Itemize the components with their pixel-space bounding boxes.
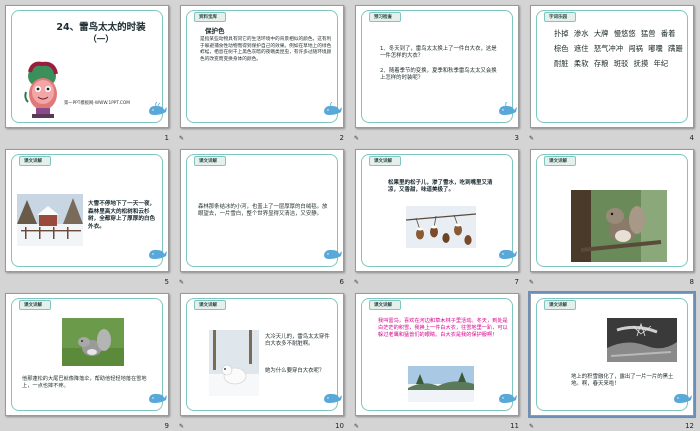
notes-icon[interactable]: ✎ bbox=[529, 423, 534, 430]
slide-cell-5: 课文详解 大雪不停地下了一天一夜，森林里高大的松树和云杉树，全都穿上了厚厚的白色… bbox=[0, 144, 175, 288]
slide-cell-9: 课文详解 他那蓬松的大尾巴就像降落伞，帮助他轻轻地落在雪地上，一点也摔不疼。 9 bbox=[0, 288, 175, 431]
slide-thumbnail-11[interactable]: 课文详解 我叫雷鸟，喜欢在河边和草木林子里活动。冬天，到处是白茫茫的积雪，我换上… bbox=[355, 293, 519, 416]
section-tag: 课文详解 bbox=[369, 300, 401, 310]
slide-number: 1 bbox=[164, 134, 169, 142]
section-tag: 课文详解 bbox=[544, 300, 576, 310]
slide-thumbnail-6[interactable]: 课文详解 森林那条结冰的小河，也盖上了一层厚厚的白绒毯。放眼望去，一片雪白，整个… bbox=[180, 149, 344, 272]
slide-thumbnail-7[interactable]: 课文详解 松果里的松子儿，渗了雪水，吃到嘴里又清凉，又香甜，味道美极了。 bbox=[355, 149, 519, 272]
slide-thumbnail-12[interactable]: 课文详解 地上的积雪融化了，露出了一片一片的黑土地。啊，春天来啦！ bbox=[528, 291, 696, 418]
notes-icon[interactable]: ✎ bbox=[354, 423, 359, 430]
slide-cell-7: 课文详解 松果里的松子儿，渗了雪水，吃到嘴里又清凉，又香甜，味道美极了。 ✎ 7 bbox=[350, 144, 525, 288]
section-tag: 字词乐园 bbox=[544, 12, 576, 22]
question-1: 1、冬天到了，雷鸟太太换上了一件白大衣，这是一件怎样的大衣？ bbox=[380, 46, 497, 60]
slide-cell-6: 课文详解 森林那条结冰的小河，也盖上了一层厚厚的白绒毯。放眼望去，一片雪白，整个… bbox=[175, 144, 350, 288]
slide-thumbnail-9[interactable]: 课文详解 他那蓬松的大尾巴就像降落伞，帮助他轻轻地落在雪地上，一点也摔不疼。 bbox=[5, 293, 169, 416]
slide-cell-12: 课文详解 地上的积雪融化了，露出了一片一片的黑土地。啊，春天来啦！ ✎ 12 bbox=[525, 288, 700, 431]
question-2: 2、随着季节的变换，夏季和秋季雷鸟太太又会换上怎样的时装呢？ bbox=[380, 68, 497, 82]
slide-body-text: 大雪不停地下了一天一夜，森林里高大的松树和云杉树，全都穿上了厚厚的白色外衣。 bbox=[88, 201, 156, 230]
slide-cell-2: 资料宝库 保护色 是指某些动物具有同它的生活环境中的背景相似的颜色，这有利于躲避… bbox=[175, 0, 350, 144]
slide-cell-10: 课文详解 大冷天儿的，雷鸟太太穿件白大衣多不耐脏啊。 她为什么要穿白大衣呢？ ✎… bbox=[175, 288, 350, 431]
notes-icon[interactable]: ✎ bbox=[179, 279, 184, 286]
slide-heading: 保护色 bbox=[205, 27, 225, 35]
whale-icon bbox=[499, 102, 517, 115]
snowy-landscape-photo bbox=[408, 366, 474, 402]
squirrel-on-branch-photo bbox=[571, 190, 667, 262]
whale-icon bbox=[149, 102, 167, 115]
slide-number: 2 bbox=[339, 134, 344, 142]
whale-icon bbox=[324, 393, 342, 403]
slide-number: 12 bbox=[685, 422, 694, 430]
slide-number: 5 bbox=[164, 278, 169, 286]
slide-number: 11 bbox=[510, 422, 519, 430]
section-tag: 课文详解 bbox=[194, 300, 226, 310]
slide-body-text: 地上的积雪融化了，露出了一片一片的黑土地。啊，春天来啦！ bbox=[571, 374, 674, 388]
slide-cell-4: 字词乐园 扑掉 渗水 大牌 慢悠悠 猛兽 番着 棕色 遮住 怒气冲冲 闯祸 嘟囔… bbox=[525, 0, 700, 144]
slide-number: 9 bbox=[164, 422, 169, 430]
slide-thumbnail-2[interactable]: 资料宝库 保护色 是指某些动物具有同它的生活环境中的背景相似的颜色，这有利于躲避… bbox=[180, 5, 344, 128]
slide-body-text: 松果里的松子儿，渗了雪水，吃到嘴里又清凉，又香甜，味道美极了。 bbox=[388, 180, 493, 194]
section-tag: 资料宝库 bbox=[194, 12, 226, 22]
slide-subtitle: （一） bbox=[88, 35, 114, 45]
section-tag: 课文详解 bbox=[194, 156, 226, 166]
whale-icon bbox=[149, 249, 167, 259]
section-tag: 课文详解 bbox=[19, 300, 51, 310]
lamp-character-illustration bbox=[24, 61, 58, 118]
whale-icon bbox=[499, 249, 517, 259]
notes-icon[interactable]: ✎ bbox=[354, 279, 359, 286]
whale-icon bbox=[674, 393, 692, 403]
slide-thumbnail-10[interactable]: 课文详解 大冷天儿的，雷鸟太太穿件白大衣多不耐脏啊。 她为什么要穿白大衣呢？ bbox=[180, 293, 344, 416]
notes-icon[interactable]: ✎ bbox=[529, 135, 534, 142]
squirrel-on-grass-photo bbox=[62, 318, 124, 366]
vocabulary-list: 扑掉 渗水 大牌 慢悠悠 猛兽 番着 棕色 遮住 怒气冲冲 闯祸 嘟囔 蹒跚 耐… bbox=[554, 29, 683, 68]
snowy-cabin-photo bbox=[17, 194, 83, 246]
whale-icon bbox=[324, 102, 342, 115]
slide-number: 10 bbox=[335, 422, 344, 430]
slide-thumbnail-4[interactable]: 字词乐园 扑掉 渗水 大牌 慢悠悠 猛兽 番着 棕色 遮住 怒气冲冲 闯祸 嘟囔… bbox=[530, 5, 694, 128]
ptarmigan-in-snow-photo bbox=[209, 330, 259, 396]
slide-title: 24、雷鸟太太的时装 bbox=[56, 22, 146, 33]
slide-number: 7 bbox=[514, 278, 519, 286]
slide-body-text: 森林那条结冰的小河，也盖上了一层厚厚的白绒毯。放眼望去，一片雪白，整个世界显得又… bbox=[198, 204, 328, 218]
notes-icon[interactable]: ✎ bbox=[179, 423, 184, 430]
slide-body-text: 他那蓬松的大尾巴就像降落伞，帮助他轻轻地落在雪地上，一点也摔不疼。 bbox=[22, 376, 147, 390]
notes-icon[interactable]: ✎ bbox=[529, 279, 534, 286]
slide-cell-1: 24、雷鸟太太的时装 （一） 第一PPT模板网-WWW.1PPT.COM 1 bbox=[0, 0, 175, 144]
slide-sorter-grid: 24、雷鸟太太的时装 （一） 第一PPT模板网-WWW.1PPT.COM 1 资… bbox=[0, 0, 700, 431]
slide-number: 4 bbox=[689, 134, 694, 142]
section-tag: 预习检查 bbox=[369, 12, 401, 22]
notes-icon[interactable]: ✎ bbox=[179, 135, 184, 142]
slide-question: 她为什么要穿白大衣呢？ bbox=[265, 368, 325, 374]
melting-snow-ground-photo bbox=[607, 318, 677, 362]
section-tag: 课文详解 bbox=[544, 156, 576, 166]
section-tag: 课文详解 bbox=[369, 156, 401, 166]
slide-number: 8 bbox=[689, 278, 694, 286]
slide-body-text: 是指某些动物具有同它的生活环境中的背景相似的颜色，这有利于躲避捕食性动物而得到保… bbox=[200, 37, 332, 62]
slide-footer-text: 第一PPT模板网-WWW.1PPT.COM bbox=[64, 101, 130, 106]
pinecones-snow-photo bbox=[406, 206, 476, 248]
slide-cell-11: 课文详解 我叫雷鸟，喜欢在河边和草木林子里活动。冬天，到处是白茫茫的积雪，我换上… bbox=[350, 288, 525, 431]
whale-icon bbox=[499, 393, 517, 403]
slide-thumbnail-8[interactable]: 课文详解 bbox=[530, 149, 694, 272]
slide-frame bbox=[361, 10, 513, 123]
whale-icon bbox=[324, 249, 342, 259]
slide-cell-8: 课文详解 ✎ 8 bbox=[525, 144, 700, 288]
slide-thumbnail-5[interactable]: 课文详解 大雪不停地下了一天一夜，森林里高大的松树和云杉树，全都穿上了厚厚的白色… bbox=[5, 149, 169, 272]
notes-icon[interactable]: ✎ bbox=[354, 135, 359, 142]
slide-body-text: 我叫雷鸟，喜欢在河边和草木林子里活动。冬天，到处是白茫茫的积雪，我换上一件白大衣… bbox=[378, 318, 508, 339]
slide-thumbnail-1[interactable]: 24、雷鸟太太的时装 （一） 第一PPT模板网-WWW.1PPT.COM bbox=[5, 5, 169, 128]
slide-number: 6 bbox=[339, 278, 344, 286]
slide-cell-3: 预习检查 1、冬天到了，雷鸟太太换上了一件白大衣，这是一件怎样的大衣？ 2、随着… bbox=[350, 0, 525, 144]
slide-body-text: 大冷天儿的，雷鸟太太穿件白大衣多不耐脏啊。 bbox=[265, 334, 330, 348]
slide-number: 3 bbox=[514, 134, 519, 142]
section-tag: 课文详解 bbox=[19, 156, 51, 166]
whale-icon bbox=[149, 393, 167, 403]
slide-thumbnail-3[interactable]: 预习检查 1、冬天到了，雷鸟太太换上了一件白大衣，这是一件怎样的大衣？ 2、随着… bbox=[355, 5, 519, 128]
